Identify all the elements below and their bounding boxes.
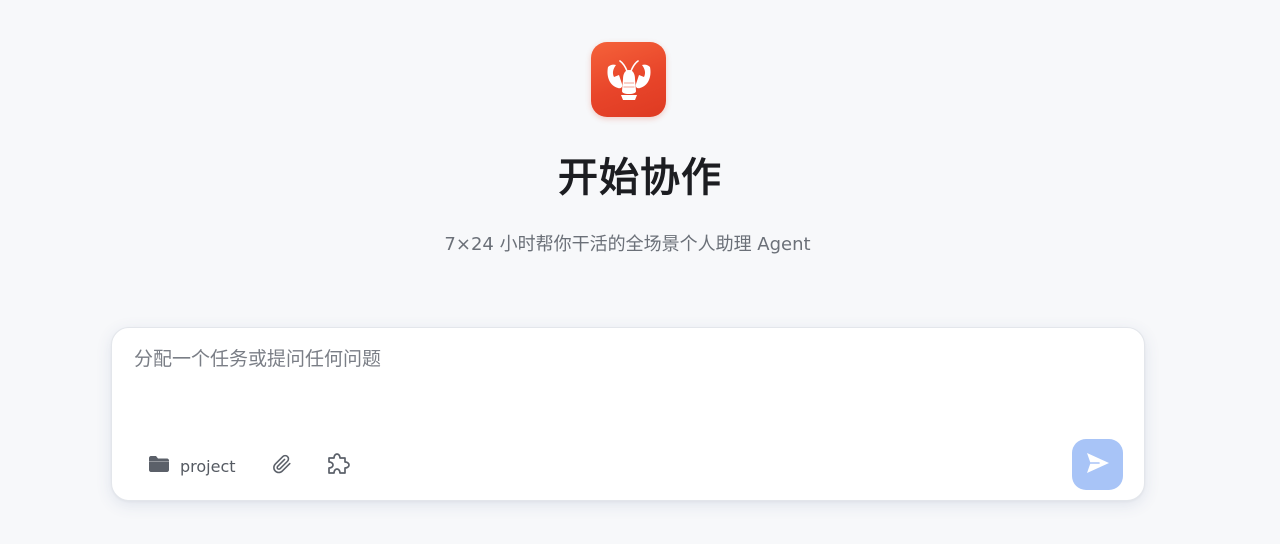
project-selector-button[interactable]: project [148, 452, 236, 480]
send-icon [1085, 451, 1111, 479]
page-title: 开始协作 [558, 155, 722, 201]
welcome-page: 开始协作 7×24 小时帮你干活的全场景个人助理 Agent project [0, 0, 1280, 544]
project-label: project [180, 456, 236, 476]
send-button[interactable] [1072, 439, 1123, 490]
task-input[interactable] [134, 344, 1114, 414]
paperclip-icon [271, 453, 293, 479]
folder-icon [148, 455, 170, 477]
puzzle-icon [325, 450, 351, 480]
lobster-logo-icon [591, 42, 666, 117]
page-subtitle: 7×24 小时帮你干活的全场景个人助理 Agent [444, 234, 811, 255]
plugin-button[interactable] [324, 451, 352, 479]
attach-file-button[interactable] [269, 452, 295, 480]
task-composer: project [111, 327, 1145, 501]
